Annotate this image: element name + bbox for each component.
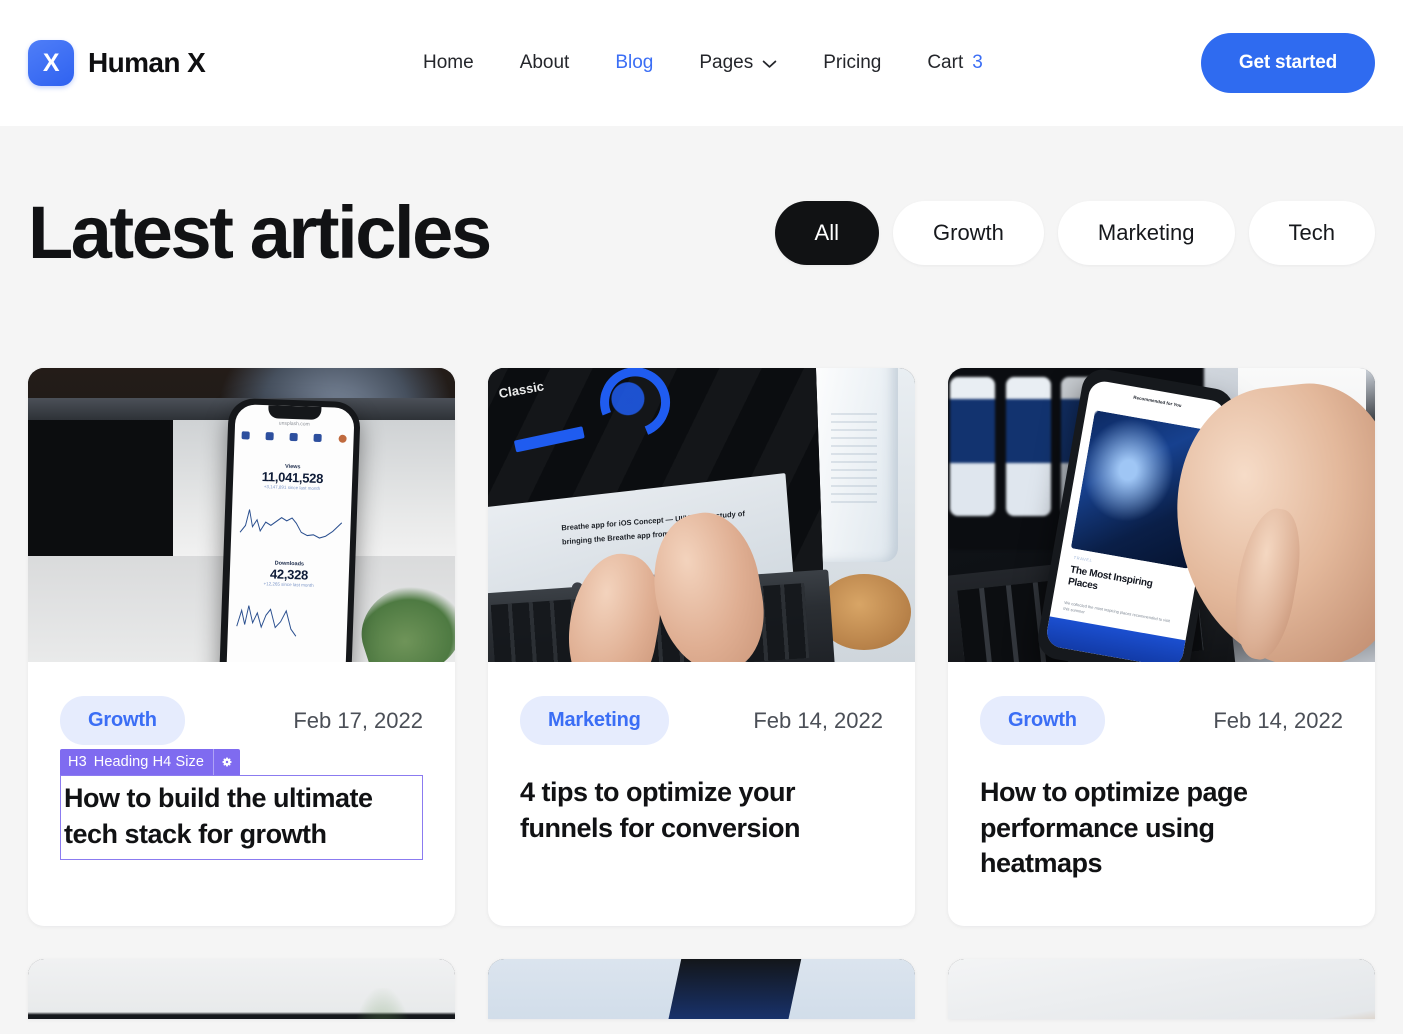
editor-selection-wrapper: H3 Heading H4 Size How to build the ulti… — [60, 749, 423, 861]
article-meta: Growth Feb 17, 2022 — [60, 696, 423, 745]
articles-grid: unsplash.com Views 11,041,528 +3,147,891… — [28, 368, 1375, 926]
page-title: Latest articles — [28, 191, 492, 274]
cart-count-badge: 3 — [972, 52, 983, 73]
article-card[interactable] — [28, 958, 455, 1019]
chevron-down-icon — [762, 60, 777, 69]
article-thumbnail: Classic Breathe app for iOS Concept — UI… — [488, 368, 915, 662]
editor-element-label: Heading H4 Size — [93, 754, 205, 770]
nav-links: Home About Blog Pages Pricing Cart 3 — [423, 46, 983, 80]
logo-x-icon: X — [28, 40, 74, 86]
nav-link-home[interactable]: Home — [423, 46, 474, 80]
brand-logo[interactable]: X Human X — [28, 40, 206, 86]
filter-pill-tech[interactable]: Tech — [1248, 201, 1375, 265]
cart-label: Cart — [927, 52, 964, 73]
nav-dropdown-pages[interactable]: Pages — [699, 46, 777, 80]
top-navigation-bar: X Human X Home About Blog Pages Pricing … — [0, 0, 1403, 126]
articles-grid-next-row — [28, 958, 1375, 1019]
article-title[interactable]: How to build the ultimate tech stack for… — [60, 775, 423, 861]
article-card[interactable]: Recommended for You TRAVEL The Most Insp… — [948, 368, 1375, 926]
filter-pill-marketing[interactable]: Marketing — [1057, 201, 1235, 265]
article-category-tag[interactable]: Growth — [60, 696, 185, 745]
nav-link-cart[interactable]: Cart 3 — [927, 46, 982, 80]
editor-element-tag: H3 — [68, 754, 87, 770]
nav-link-about[interactable]: About — [520, 46, 570, 80]
thumb1-url-bar: unsplash.com — [279, 421, 311, 429]
article-card[interactable]: unsplash.com Views 11,041,528 +3,147,891… — [28, 368, 455, 926]
filter-pill-growth[interactable]: Growth — [893, 201, 1044, 265]
article-date: Feb 14, 2022 — [753, 707, 883, 733]
editor-element-badge[interactable]: H3 Heading H4 Size — [60, 749, 241, 775]
page-content: Latest articles All Growth Marketing Tec… — [0, 126, 1403, 1019]
brand-name: Human X — [88, 47, 206, 78]
article-card-body: Marketing Feb 14, 2022 4 tips to optimiz… — [488, 662, 915, 890]
article-thumbnail — [948, 958, 1375, 1019]
gear-icon[interactable] — [213, 749, 240, 775]
section-header: Latest articles All Growth Marketing Tec… — [28, 126, 1375, 270]
article-date: Feb 14, 2022 — [1213, 707, 1343, 733]
article-meta: Growth Feb 14, 2022 — [980, 696, 1343, 745]
article-thumbnail: Recommended for You TRAVEL The Most Insp… — [948, 368, 1375, 662]
article-thumbnail — [488, 958, 915, 1019]
article-card[interactable] — [948, 958, 1375, 1019]
filter-pill-all[interactable]: All — [774, 201, 879, 265]
article-card[interactable]: Classic Breathe app for iOS Concept — UI… — [488, 368, 915, 926]
article-card[interactable] — [488, 958, 915, 1019]
category-filter-group: All Growth Marketing Tech — [774, 201, 1375, 265]
article-title[interactable]: 4 tips to optimize your funnels for conv… — [520, 775, 883, 846]
article-thumbnail — [28, 958, 455, 1019]
get-started-button[interactable]: Get started — [1200, 33, 1375, 93]
nav-link-pricing[interactable]: Pricing — [823, 46, 881, 80]
article-category-tag[interactable]: Marketing — [520, 696, 669, 745]
thumb3-kicker: TRAVEL — [1073, 554, 1093, 563]
article-thumbnail: unsplash.com Views 11,041,528 +3,147,891… — [28, 368, 455, 662]
nav-link-blog[interactable]: Blog — [615, 46, 653, 80]
article-meta: Marketing Feb 14, 2022 — [520, 696, 883, 745]
thumb3-headline: The Most Inspiring Places — [1067, 564, 1154, 593]
nav-dropdown-label: Pages — [699, 52, 754, 73]
article-title[interactable]: How to optimize page performance using h… — [980, 775, 1343, 882]
article-category-tag[interactable]: Growth — [980, 696, 1105, 745]
article-date: Feb 17, 2022 — [293, 707, 423, 733]
article-card-body: Growth Feb 17, 2022 H3 Heading H4 Size H… — [28, 662, 455, 904]
article-card-body: Growth Feb 14, 2022 How to optimize page… — [948, 662, 1375, 926]
